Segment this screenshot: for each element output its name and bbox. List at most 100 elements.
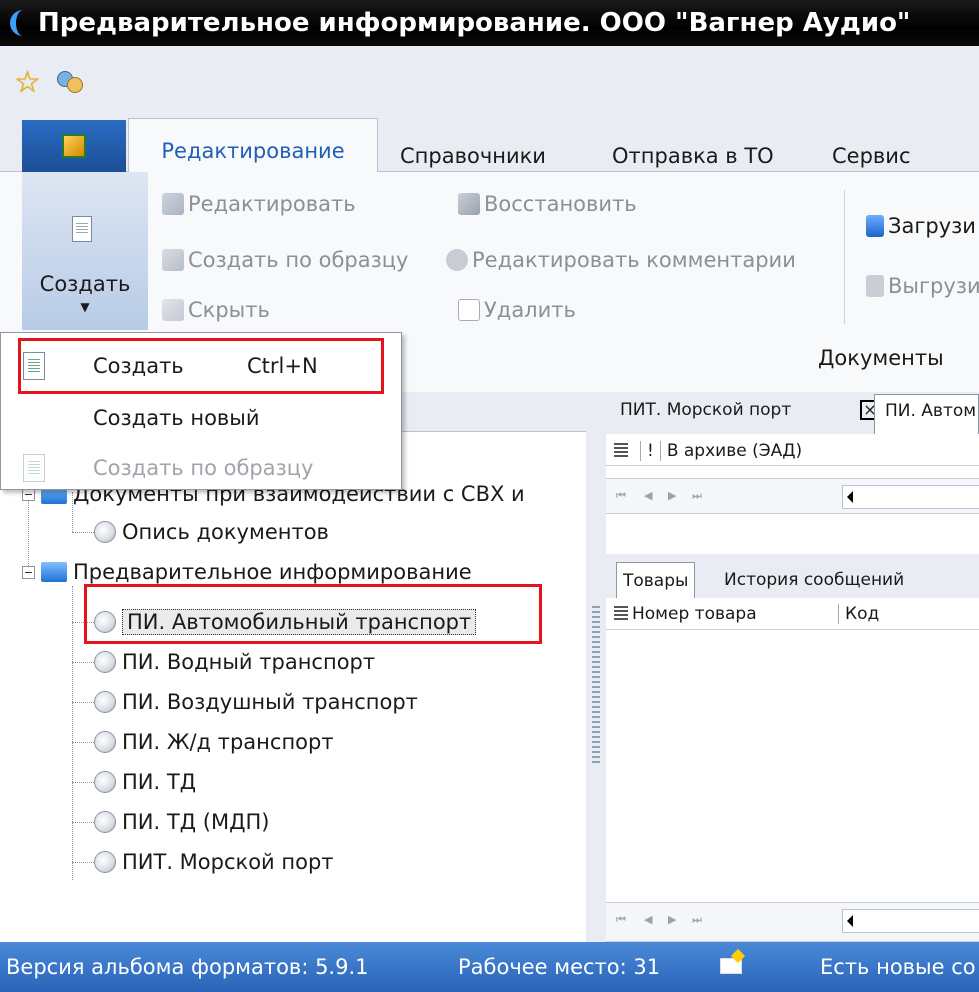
hide-button[interactable]: Скрыть	[162, 298, 270, 322]
arrow-down-icon	[866, 215, 884, 237]
tree-line	[72, 532, 94, 533]
chevron-down-icon: ▼	[80, 300, 90, 314]
copy-icon	[23, 454, 45, 482]
star-icon[interactable]: ☆	[14, 65, 41, 100]
document-icon	[94, 851, 116, 873]
first-record-button[interactable]: ⏮	[616, 913, 626, 927]
create-button[interactable]: Создать ▼	[22, 172, 148, 330]
tree-item-label: ПИ. ТД	[122, 770, 197, 794]
collapse-icon[interactable]: −	[22, 565, 35, 579]
tree-line	[72, 586, 73, 880]
last-record-button[interactable]: ⏭	[692, 489, 702, 503]
last-record-button[interactable]: ⏭	[692, 913, 702, 927]
tree-item-inventory[interactable]: Опись документов	[94, 514, 329, 550]
first-record-button[interactable]: ⏮	[616, 489, 626, 503]
records-navigator: ⏮ ◀ ▶ ⏭	[606, 478, 979, 514]
create-by-sample-button[interactable]: Создать по образцу	[162, 248, 409, 272]
status-bar: Версия альбома форматов: 5.9.1 Рабочее м…	[0, 942, 979, 992]
horizontal-scrollbar[interactable]	[842, 909, 979, 933]
window-title: Предварительное информирование. ООО "Ваг…	[38, 8, 911, 38]
app-menu-icon	[62, 134, 86, 158]
doc-tab-auto[interactable]: ПИ. Автом	[874, 394, 979, 434]
copy-icon	[162, 249, 184, 271]
tree-item-label: Опись документов	[122, 520, 329, 544]
comment-icon	[446, 249, 468, 271]
folder-icon	[41, 562, 67, 582]
column-divider	[838, 603, 839, 624]
goods-navigator: ⏮ ◀ ▶ ⏭	[606, 902, 979, 942]
tab-message-history[interactable]: История сообщений	[724, 570, 904, 590]
load-button[interactable]: Загрузи	[866, 214, 976, 238]
app-menu-button[interactable]	[22, 120, 126, 172]
document-icon	[94, 811, 116, 833]
horizontal-scrollbar[interactable]	[842, 485, 979, 509]
tab-editing[interactable]: Редактирование	[128, 118, 378, 173]
highlight-selected-tree-item	[84, 584, 542, 644]
edit-comments-label: Редактировать комментарии	[472, 248, 796, 272]
panel-splitter[interactable]	[586, 392, 606, 942]
tab-goods[interactable]: Товары	[616, 562, 696, 598]
column-item-number[interactable]: Номер товара	[632, 604, 832, 624]
splitter-grip[interactable]	[592, 606, 600, 766]
tree-item-label: ПИ. Ж/д транспорт	[122, 730, 334, 754]
next-record-button[interactable]: ▶	[668, 489, 676, 502]
ribbon-tabs: Редактирование Справочники Отправка в ТО…	[0, 118, 979, 173]
menu-item-create-by-sample[interactable]: Создать по образцу	[1, 443, 401, 493]
edit-button[interactable]: Редактировать	[162, 192, 356, 216]
restore-button[interactable]: Восстановить	[458, 192, 637, 216]
tree-item-rail[interactable]: ПИ. Ж/д транспорт	[94, 724, 334, 760]
restore-icon	[458, 193, 480, 215]
users-icon[interactable]	[55, 67, 85, 97]
doc-tab-seaport[interactable]: ПИТ. Морской порт	[606, 394, 791, 434]
tree-item-seaport[interactable]: ПИТ. Морской порт	[94, 844, 334, 880]
menu-item-label: Создать по образцу	[93, 456, 314, 480]
status-format-version: Версия альбома форматов: 5.9.1	[6, 955, 369, 979]
goods-grid-header: Номер товара Код	[606, 598, 979, 630]
tree-folder-label: Предварительное информирование	[73, 560, 472, 584]
delete-label: Удалить	[484, 298, 576, 322]
status-workplace: Рабочее место: 31	[458, 955, 661, 979]
unload-button[interactable]: Выгрузи	[866, 274, 979, 298]
document-panel: ПИТ. Морской порт × ПИ. Автом ! В архиве…	[606, 392, 979, 942]
ribbon-separator	[844, 190, 845, 324]
unload-label: Выгрузи	[888, 274, 979, 298]
tree-line	[72, 822, 94, 823]
arrow-up-icon	[866, 275, 884, 297]
column-chooser-icon[interactable]	[614, 605, 628, 622]
load-label: Загрузи	[888, 214, 976, 238]
menu-item-create-new[interactable]: Создать новый	[1, 393, 401, 443]
column-archive[interactable]: В архиве (ЭАД)	[667, 441, 802, 461]
document-icon	[94, 521, 116, 543]
status-new-messages[interactable]: Есть новые со	[820, 955, 976, 979]
column-code[interactable]: Код	[845, 604, 879, 624]
document-tabs: ПИТ. Морской порт × ПИ. Автом	[606, 392, 979, 434]
delete-button[interactable]: Удалить	[458, 298, 576, 322]
column-divider	[659, 440, 661, 461]
document-tree: − Документы при взаимодействии с СВХ и О…	[8, 432, 586, 942]
prev-record-button[interactable]: ◀	[644, 489, 652, 502]
next-record-button[interactable]: ▶	[668, 913, 676, 926]
column-flag[interactable]: !	[647, 441, 654, 461]
app-logo-icon	[6, 8, 28, 38]
title-bar: Предварительное информирование. ООО "Ваг…	[0, 0, 979, 46]
document-icon	[94, 731, 116, 753]
tree-item-td[interactable]: ПИ. ТД	[94, 764, 196, 800]
mail-icon[interactable]	[720, 958, 742, 974]
prev-record-button[interactable]: ◀	[644, 913, 652, 926]
edit-icon	[162, 193, 184, 215]
tree-item-label: ПИ. ТД (МДП)	[122, 810, 270, 834]
edit-comments-button[interactable]: Редактировать комментарии	[446, 248, 796, 272]
tree-item-water[interactable]: ПИ. Водный транспорт	[94, 644, 375, 680]
detail-tabs: Товары История сообщений	[606, 554, 979, 598]
column-chooser-icon[interactable]	[614, 442, 628, 459]
menu-item-label: Создать новый	[93, 406, 260, 430]
document-icon	[94, 771, 116, 793]
documents-grid-header: ! В архиве (ЭАД)	[606, 436, 979, 466]
tree-line	[72, 702, 94, 703]
tree-line	[72, 782, 94, 783]
tree-line	[72, 862, 94, 863]
restore-label: Восстановить	[484, 192, 637, 216]
tree-item-air[interactable]: ПИ. Воздушный транспорт	[94, 684, 418, 720]
tree-item-td-mdp[interactable]: ПИ. ТД (МДП)	[94, 804, 269, 840]
tree-item-label: ПИ. Водный транспорт	[122, 650, 376, 674]
